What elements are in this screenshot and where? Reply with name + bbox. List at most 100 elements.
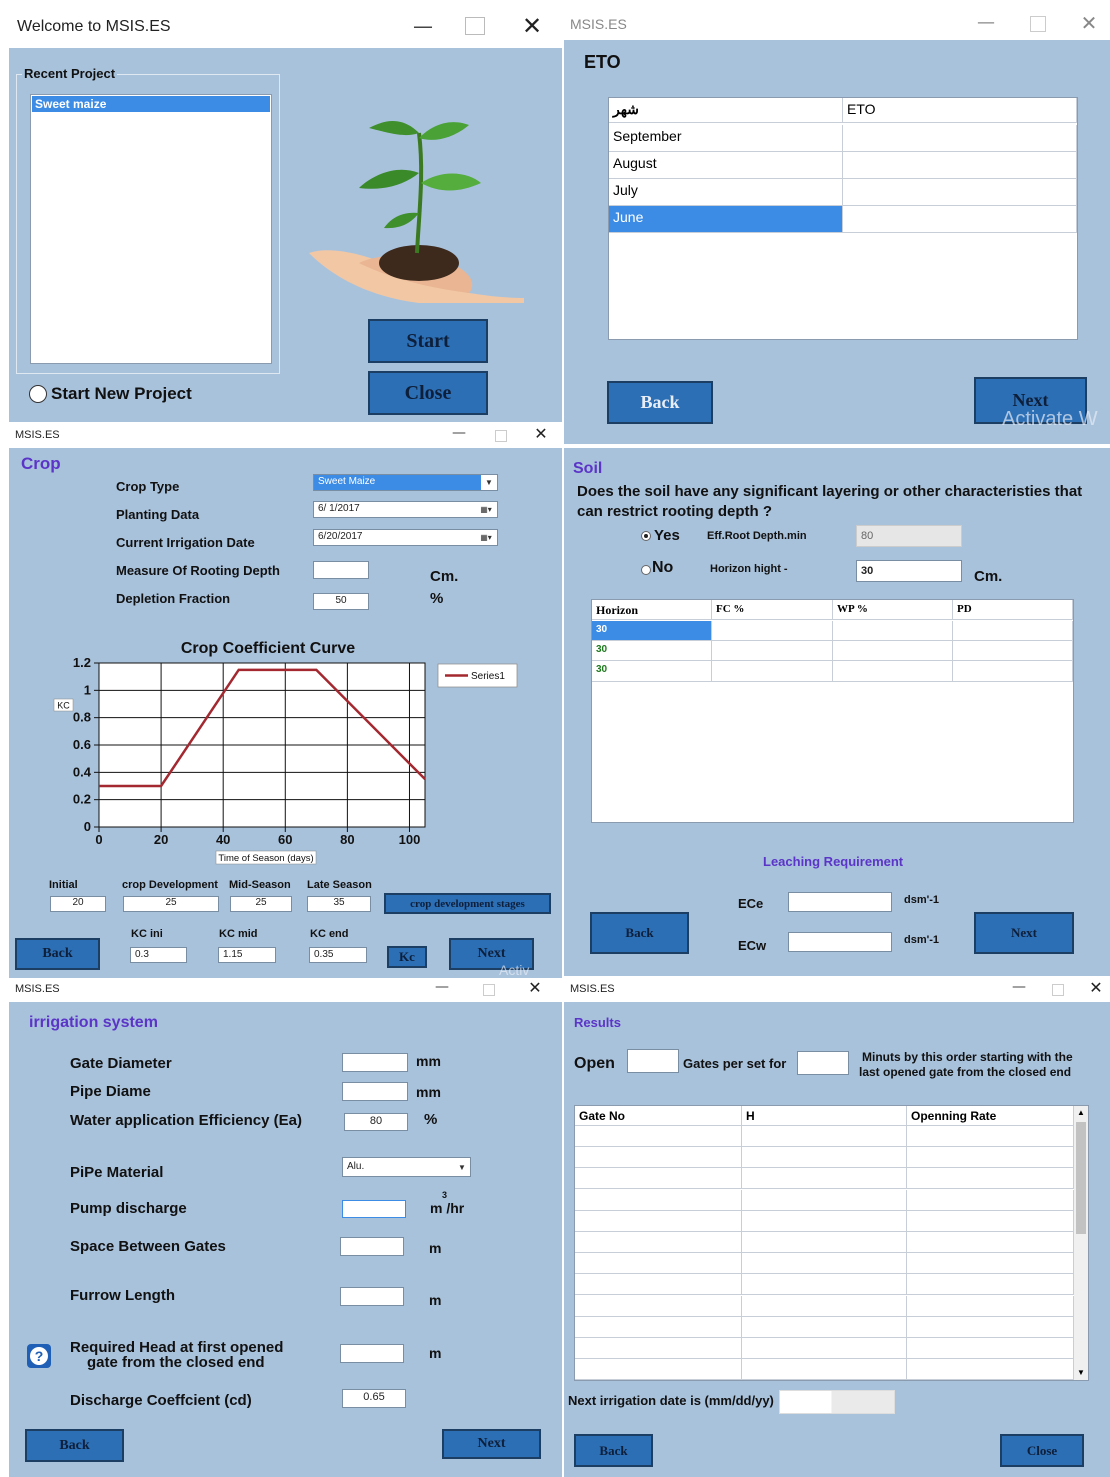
next-button[interactable]: Next: [974, 912, 1074, 954]
table-cell[interactable]: [575, 1338, 742, 1359]
table-row[interactable]: August: [609, 152, 843, 179]
table-cell[interactable]: [742, 1210, 907, 1232]
maximize-icon[interactable]: [1052, 984, 1064, 996]
table-cell[interactable]: [742, 1359, 907, 1381]
ea-input[interactable]: 80: [344, 1113, 408, 1131]
stage-input-initial[interactable]: 20: [50, 896, 106, 912]
pump-discharge-input[interactable]: [342, 1200, 406, 1218]
horizon-height-input[interactable]: 30: [856, 560, 962, 582]
minimize-icon[interactable]: —: [449, 425, 469, 441]
table-cell[interactable]: [742, 1189, 907, 1211]
table-cell[interactable]: [907, 1316, 1074, 1338]
rooting-depth-input[interactable]: [313, 561, 369, 579]
table-cell[interactable]: [575, 1295, 742, 1317]
eto-table[interactable]: شهر ETO September August July June: [608, 97, 1078, 340]
table-cell[interactable]: [742, 1126, 907, 1147]
minimize-icon[interactable]: —: [1009, 979, 1029, 995]
yes-radio[interactable]: [641, 531, 651, 541]
pipe-material-select[interactable]: Alu. ▼: [342, 1157, 471, 1177]
table-cell[interactable]: [953, 641, 1073, 661]
close-icon[interactable]: ✕: [519, 12, 545, 40]
close-icon[interactable]: ✕: [1086, 978, 1106, 997]
table-cell[interactable]: [843, 125, 1077, 152]
close-button[interactable]: Close: [1000, 1434, 1084, 1467]
scroll-up-icon[interactable]: ▲: [1077, 1108, 1085, 1117]
table-row[interactable]: July: [609, 179, 843, 206]
ece-input[interactable]: [788, 892, 892, 912]
scroll-down-icon[interactable]: ▼: [1077, 1368, 1085, 1377]
table-cell[interactable]: [575, 1189, 742, 1211]
stage-input-mid-season[interactable]: 25: [230, 896, 292, 912]
planting-date-picker[interactable]: 6/ 1/2017 ▦▾: [313, 501, 498, 518]
table-cell[interactable]: [907, 1338, 1074, 1359]
table-cell[interactable]: [833, 641, 953, 661]
table-cell[interactable]: [907, 1274, 1074, 1296]
table-cell[interactable]: [843, 206, 1077, 233]
table-cell[interactable]: [742, 1295, 907, 1317]
table-cell[interactable]: [907, 1210, 1074, 1232]
next-button[interactable]: Next: [442, 1429, 541, 1459]
table-cell[interactable]: [575, 1168, 742, 1190]
calendar-icon[interactable]: ▦▾: [475, 530, 497, 545]
table-cell[interactable]: [575, 1274, 742, 1296]
scroll-thumb[interactable]: [1076, 1122, 1086, 1234]
table-cell[interactable]: [742, 1316, 907, 1338]
close-icon[interactable]: ✕: [531, 424, 551, 443]
table-cell[interactable]: [843, 152, 1077, 179]
table-cell[interactable]: [843, 179, 1077, 206]
next-irrigation-date-input[interactable]: [779, 1390, 895, 1414]
back-button[interactable]: Back: [25, 1429, 124, 1462]
table-cell[interactable]: [907, 1126, 1074, 1147]
maximize-icon[interactable]: [465, 17, 485, 35]
eff-root-depth-input[interactable]: 80: [856, 525, 962, 547]
table-cell[interactable]: [575, 1359, 742, 1381]
table-cell[interactable]: [833, 621, 953, 641]
table-row[interactable]: 30: [592, 641, 712, 661]
close-button[interactable]: Close: [368, 371, 488, 415]
help-icon[interactable]: ?: [27, 1344, 51, 1368]
back-button[interactable]: Back: [15, 938, 100, 970]
table-row[interactable]: 30: [592, 621, 712, 641]
depletion-fraction-input[interactable]: 50: [313, 593, 369, 610]
table-cell[interactable]: [907, 1253, 1074, 1275]
start-button[interactable]: Start: [368, 319, 488, 363]
gate-diameter-input[interactable]: [342, 1053, 408, 1072]
list-item[interactable]: Sweet maize: [32, 96, 270, 112]
table-cell[interactable]: [712, 641, 833, 661]
space-between-gates-input[interactable]: [340, 1237, 404, 1256]
table-cell[interactable]: [907, 1232, 1074, 1253]
maximize-icon[interactable]: [1030, 16, 1046, 32]
table-row[interactable]: September: [609, 125, 843, 152]
minimize-icon[interactable]: —: [411, 14, 435, 38]
results-table[interactable]: Gate No H Openning Rate ▲ ▼: [574, 1105, 1089, 1381]
back-button[interactable]: Back: [574, 1434, 653, 1467]
horizon-table[interactable]: Horizon FC % WP % PD 30 30 30: [591, 599, 1074, 823]
table-cell[interactable]: [712, 621, 833, 641]
table-cell[interactable]: [575, 1147, 742, 1169]
stage-input-late-season[interactable]: 35: [307, 896, 371, 912]
table-cell[interactable]: [742, 1274, 907, 1296]
minimize-icon[interactable]: —: [976, 12, 996, 33]
chevron-down-icon[interactable]: ▼: [454, 1158, 470, 1176]
table-cell[interactable]: [833, 661, 953, 682]
back-button[interactable]: Back: [590, 912, 689, 954]
table-cell[interactable]: [742, 1147, 907, 1169]
table-cell[interactable]: [907, 1295, 1074, 1317]
furrow-length-input[interactable]: [340, 1287, 404, 1306]
calendar-icon[interactable]: ▦▾: [475, 502, 497, 517]
kc-button[interactable]: Kc: [387, 946, 427, 968]
table-cell[interactable]: [575, 1316, 742, 1338]
no-radio[interactable]: [641, 565, 651, 575]
table-row[interactable]: 30: [592, 661, 712, 682]
stage-input-development[interactable]: 25: [123, 896, 219, 912]
table-cell[interactable]: [907, 1147, 1074, 1169]
irrigation-date-picker[interactable]: 6/20/2017 ▦▾: [313, 529, 498, 546]
table-cell[interactable]: [907, 1168, 1074, 1190]
table-cell[interactable]: [907, 1189, 1074, 1211]
minutes-input[interactable]: [797, 1051, 849, 1075]
table-cell[interactable]: [575, 1232, 742, 1253]
kc-mid-input[interactable]: 1.15: [218, 947, 276, 963]
open-gates-input[interactable]: [627, 1049, 679, 1073]
crop-development-stages-button[interactable]: crop development stages: [384, 893, 551, 914]
table-cell[interactable]: [742, 1338, 907, 1359]
